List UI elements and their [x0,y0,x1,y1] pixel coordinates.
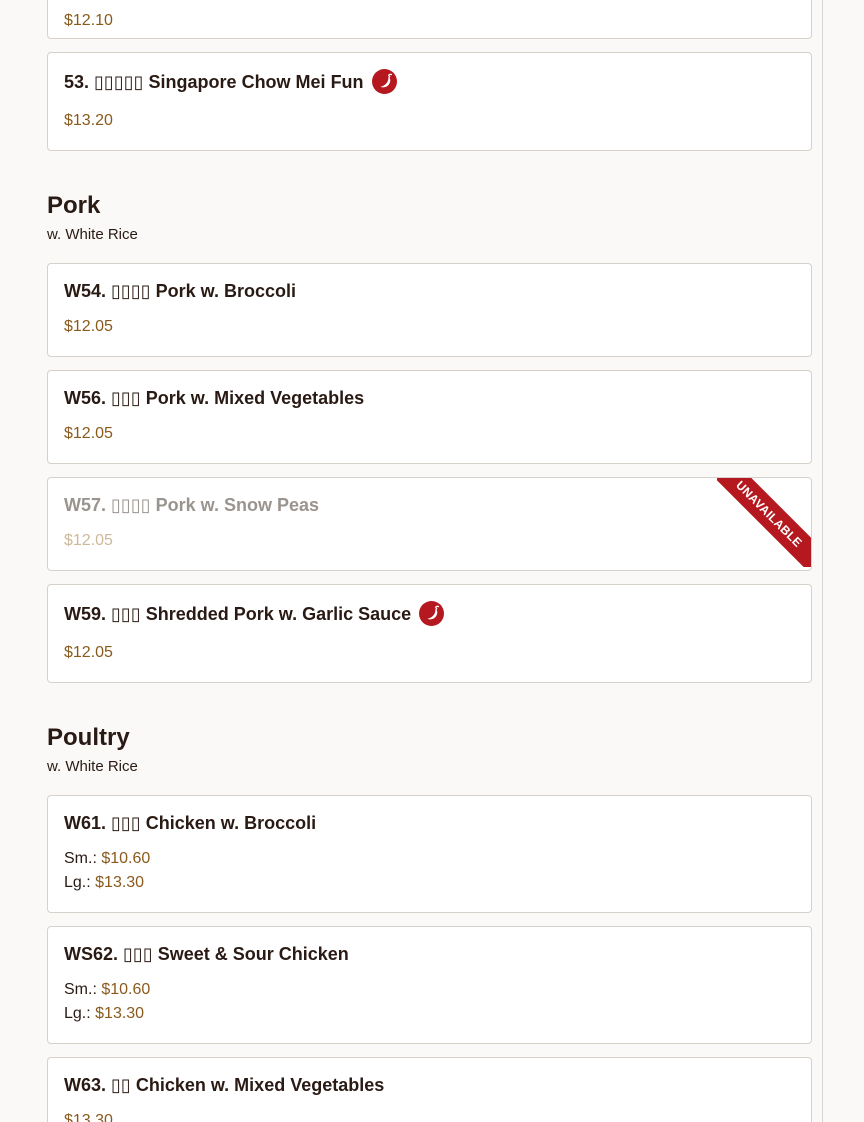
size-label: Lg.: [64,874,91,891]
menu-item-price: $13.30 [95,1005,145,1022]
unavailable-ribbon-wrap: UNAVAILABLE [717,478,811,567]
menu-item-title: W54. ▯▯▯▯ Pork w. Broccoli [64,280,795,302]
category-subtitle: w. White Rice [47,758,138,775]
menu-item-title: W63. ▯▯ Chicken w. Mixed Vegetables [64,1074,795,1096]
menu-item-price: $12.05 [64,532,113,549]
page-edge-divider [822,0,823,1122]
menu-item-title: W59. ▯▯▯ Shredded Pork w. Garlic Sauce [64,601,795,626]
menu-item-title: W57. ▯▯▯▯ Pork w. Snow Peas [64,494,795,516]
menu-item-name: W61. ▯▯▯ Chicken w. Broccoli [64,813,317,833]
menu-item-price: $12.05 [64,644,113,661]
menu-item-card[interactable]: W61. ▯▯▯ Chicken w. Broccoli Sm.: $10.60… [47,795,812,913]
chili-pepper-icon [419,601,445,626]
menu-item-name: 53. ▯▯▯▯▯ Singapore Chow Mei Fun [64,71,364,92]
menu-item-name: W57. ▯▯▯▯ Pork w. Snow Peas [64,495,320,515]
size-price-small: Sm.: $10.60 [64,847,795,871]
chili-pepper-icon [371,69,397,94]
category-header-pork: Pork w. White Rice [47,192,812,245]
menu-item-price: $13.30 [64,1112,113,1122]
size-label: Sm.: [64,850,97,867]
menu-list: $12.10 53. ▯▯▯▯▯ Singapore Chow Mei Fun … [47,0,812,1122]
menu-item-name: W59. ▯▯▯ Shredded Pork w. Garlic Sauce [64,603,412,624]
menu-item-name: W63. ▯▯ Chicken w. Mixed Vegetables [64,1075,385,1095]
menu-item-card[interactable]: W54. ▯▯▯▯ Pork w. Broccoli $12.05 [47,263,812,357]
menu-item-name: WS62. ▯▯▯ Sweet & Sour Chicken [64,944,349,964]
size-label: Sm.: [64,981,97,998]
menu-item-price: $13.20 [64,112,113,129]
menu-page: $12.10 53. ▯▯▯▯▯ Singapore Chow Mei Fun … [0,0,864,1122]
menu-item-price: $12.05 [64,425,113,442]
category-subtitle: w. White Rice [47,226,138,243]
size-price-small: Sm.: $10.60 [64,978,795,1002]
menu-item-card[interactable]: W59. ▯▯▯ Shredded Pork w. Garlic Sauce $… [47,584,812,683]
menu-item-title: WS62. ▯▯▯ Sweet & Sour Chicken [64,943,795,965]
menu-item-price: $10.60 [101,850,151,867]
menu-item-name: W54. ▯▯▯▯ Pork w. Broccoli [64,281,297,301]
menu-item-card[interactable]: 53. ▯▯▯▯▯ Singapore Chow Mei Fun $13.20 [47,52,812,151]
menu-item-price: $12.05 [64,318,113,335]
category-title: Pork [47,192,101,219]
menu-item-name: W56. ▯▯▯ Pork w. Mixed Vegetables [64,388,365,408]
menu-item-card[interactable]: $12.10 [47,0,812,39]
menu-item-title: 53. ▯▯▯▯▯ Singapore Chow Mei Fun [64,69,795,94]
menu-item-card[interactable]: WS62. ▯▯▯ Sweet & Sour Chicken Sm.: $10.… [47,926,812,1044]
category-header-poultry: Poultry w. White Rice [47,724,812,777]
menu-item-price: $12.10 [64,12,113,29]
size-price-large: Lg.: $13.30 [64,1002,795,1026]
menu-item-card[interactable]: W63. ▯▯ Chicken w. Mixed Vegetables $13.… [47,1057,812,1122]
unavailable-ribbon: UNAVAILABLE [717,478,811,567]
size-label: Lg.: [64,1005,91,1022]
menu-item-title: W56. ▯▯▯ Pork w. Mixed Vegetables [64,387,795,409]
menu-item-title: W61. ▯▯▯ Chicken w. Broccoli [64,812,795,834]
size-price-large: Lg.: $13.30 [64,871,795,895]
menu-item-card[interactable]: W56. ▯▯▯ Pork w. Mixed Vegetables $12.05 [47,370,812,464]
menu-item-price: $13.30 [95,874,145,891]
menu-item-price: $10.60 [101,981,151,998]
category-title: Poultry [47,724,130,751]
menu-item-card-unavailable: W57. ▯▯▯▯ Pork w. Snow Peas $12.05 UNAVA… [47,477,812,571]
